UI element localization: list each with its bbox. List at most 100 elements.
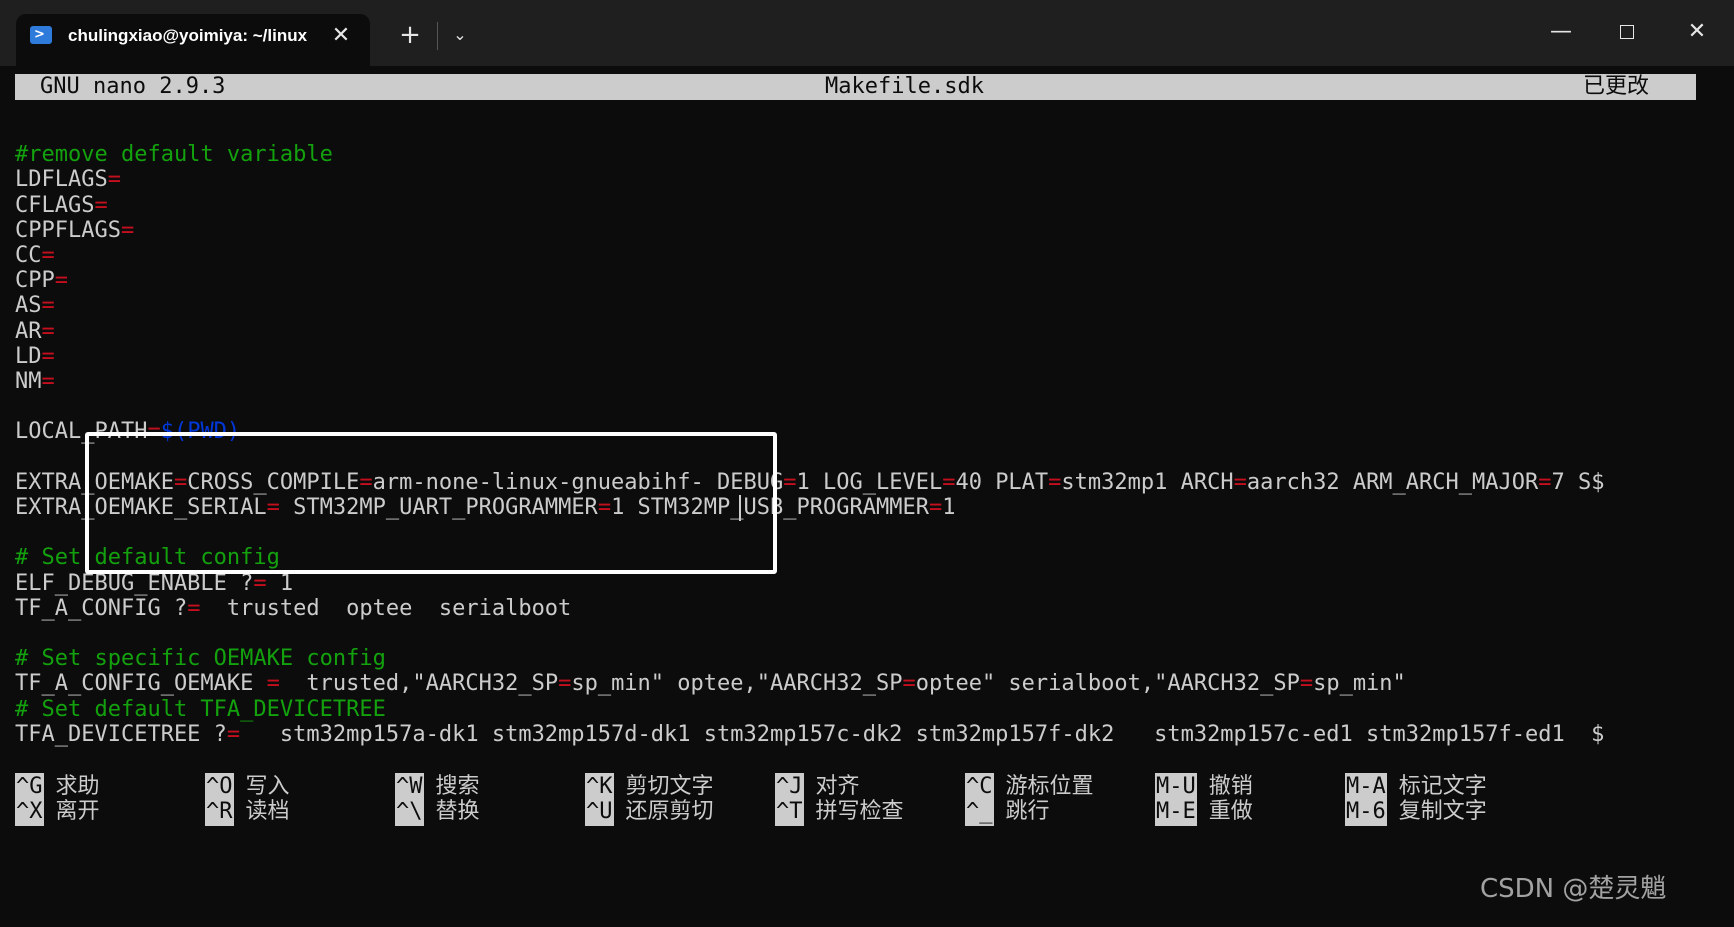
operator-text: = [253, 570, 267, 596]
shortcut-key: ^\ [395, 798, 424, 826]
editor-line[interactable]: # Set default TFA_DEVICETREE [15, 696, 386, 724]
editor-line[interactable]: LD= [15, 343, 55, 371]
code-text: 7 S$ [1551, 469, 1605, 495]
shortcut-item: ^U 还原剪切 [585, 798, 714, 826]
editor-line[interactable]: CC= [15, 242, 55, 270]
nano-version: GNU nano 2.9.3 [40, 74, 226, 99]
text-cursor [739, 495, 741, 521]
shortcut-key: ^K [585, 773, 614, 801]
shortcut-key: ^U [585, 798, 614, 826]
editor-line[interactable]: CPPFLAGS= [15, 217, 134, 245]
editor-line[interactable]: # Set specific OEMAKE config [15, 645, 386, 673]
operator-text: = [1299, 671, 1314, 697]
code-text: CFLAGS [15, 192, 95, 218]
code-text: trusted,"AARCH32_SP [279, 671, 559, 697]
operator-text: = [187, 595, 201, 621]
editor-line[interactable]: #remove default variable [15, 141, 333, 169]
window-titlebar: > chulingxiao@yoimiya: ~/linux ✕ + ⌄ — ✕ [0, 0, 1734, 66]
comment-text: # Set specific OEMAKE config [15, 646, 386, 672]
tab-title[interactable]: chulingxiao@yoimiya: ~/linux [68, 24, 316, 48]
powershell-icon: > [30, 26, 52, 44]
code-text: 1 [266, 570, 294, 596]
code-text: stm32mp1 ARCH [1061, 469, 1234, 495]
nano-modified-status: 已更改 [1583, 74, 1650, 99]
shortcut-item: ^_ 跳行 [965, 798, 1050, 826]
minimize-button[interactable]: — [1538, 14, 1584, 50]
code-text: sp_min" [1313, 671, 1406, 697]
comment-text: # Set default TFA_DEVICETREE [15, 696, 386, 722]
code-text: TF_A_CONFIG ? [15, 595, 188, 621]
code-text: TFA_DEVICETREE ? [15, 721, 227, 747]
comment-text: #remove default variable [15, 142, 333, 168]
code-text: LD [15, 343, 42, 369]
code-text: sp_min" optee,"AARCH32_SP [571, 671, 903, 697]
editor-line[interactable]: NM= [15, 368, 55, 396]
new-tab-button[interactable]: + [395, 20, 425, 50]
code-text: optee" serialboot,"AARCH32_SP [915, 671, 1300, 697]
editor-line[interactable]: TFA_DEVICETREE ?= stm32mp157a-dk1 stm32m… [15, 721, 1604, 749]
close-window-button[interactable]: ✕ [1674, 14, 1720, 50]
shortcut-label: 求助 [55, 774, 100, 799]
shortcut-label: 标记文字 [1398, 774, 1487, 799]
code-text: CPP [15, 268, 55, 294]
operator-text: = [226, 721, 241, 747]
operator-text: = [41, 318, 55, 344]
shortcut-label: 剪切文字 [625, 774, 714, 799]
shortcut-key: ^T [775, 798, 804, 826]
operator-text: = [41, 243, 55, 268]
code-text: TF_A_CONFIG_OEMAKE [15, 671, 267, 697]
editor-line[interactable]: AS= [15, 292, 55, 320]
shortcut-key: ^_ [965, 798, 994, 826]
code-text: CPPFLAGS [15, 217, 121, 243]
operator-text: = [94, 192, 108, 218]
shortcut-key: M-E [1155, 798, 1197, 826]
shortcut-item: ^C 游标位置 [965, 773, 1094, 801]
shortcut-item: ^J 对齐 [775, 773, 860, 801]
shortcut-item: M-A 标记文字 [1345, 773, 1487, 801]
editor-line[interactable]: CFLAGS= [15, 192, 108, 220]
shortcut-label: 游标位置 [1005, 774, 1094, 799]
code-text: LDFLAGS [15, 167, 108, 193]
shortcut-label: 重做 [1208, 799, 1253, 824]
shortcut-label: 跳行 [1005, 799, 1050, 824]
editor-line[interactable]: TF_A_CONFIG_OEMAKE = trusted,"AARCH32_SP… [15, 670, 1406, 698]
operator-text: = [1048, 469, 1062, 495]
code-text: AR [15, 318, 42, 344]
shortcut-item: ^T 拼写检查 [775, 798, 904, 826]
shortcut-item: M-E 重做 [1155, 798, 1253, 826]
operator-text: = [41, 369, 55, 394]
shortcut-label: 替换 [435, 799, 480, 824]
editor-line[interactable]: TF_A_CONFIG ?= trusted optee serialboot [15, 595, 571, 623]
operator-text: = [107, 167, 121, 193]
shortcut-item: M-6 复制文字 [1345, 798, 1487, 826]
nano-filename: Makefile.sdk [825, 74, 984, 99]
code-text: 1 [942, 495, 956, 520]
operator-text: = [41, 293, 55, 319]
tab-separator [437, 22, 438, 50]
code-text: aarch32 ARM_ARCH_MAJOR [1246, 469, 1539, 495]
editor-line[interactable]: CPP= [15, 267, 68, 295]
shortcut-label: 撤销 [1208, 774, 1253, 799]
code-text: AS [15, 293, 42, 319]
maximize-icon [1620, 25, 1634, 39]
operator-text: = [41, 343, 55, 369]
editor-line[interactable]: LDFLAGS= [15, 166, 121, 194]
shortcut-label: 复制文字 [1398, 799, 1487, 824]
shortcut-item: ^O 写入 [205, 773, 290, 801]
operator-text: = [54, 268, 68, 294]
operator-text: = [928, 495, 943, 520]
shortcut-item: ^\ 替换 [395, 798, 480, 826]
tab-close-icon[interactable]: ✕ [328, 23, 354, 49]
code-text: NM [15, 369, 42, 394]
shortcut-key: M-A [1345, 773, 1387, 801]
shortcut-key: M-U [1155, 773, 1197, 801]
maximize-button[interactable] [1604, 14, 1650, 50]
code-text: 40 PLAT [955, 469, 1049, 495]
operator-text: = [902, 671, 916, 697]
editor-line[interactable]: AR= [15, 318, 55, 346]
terminal-area[interactable]: GNU nano 2.9.3 Makefile.sdk 已更改 #remove … [0, 66, 1734, 927]
code-text: CC [15, 243, 42, 268]
tab-dropdown-button[interactable]: ⌄ [445, 20, 475, 50]
shortcut-item: ^K 剪切文字 [585, 773, 714, 801]
shortcut-label: 搜索 [435, 774, 480, 799]
